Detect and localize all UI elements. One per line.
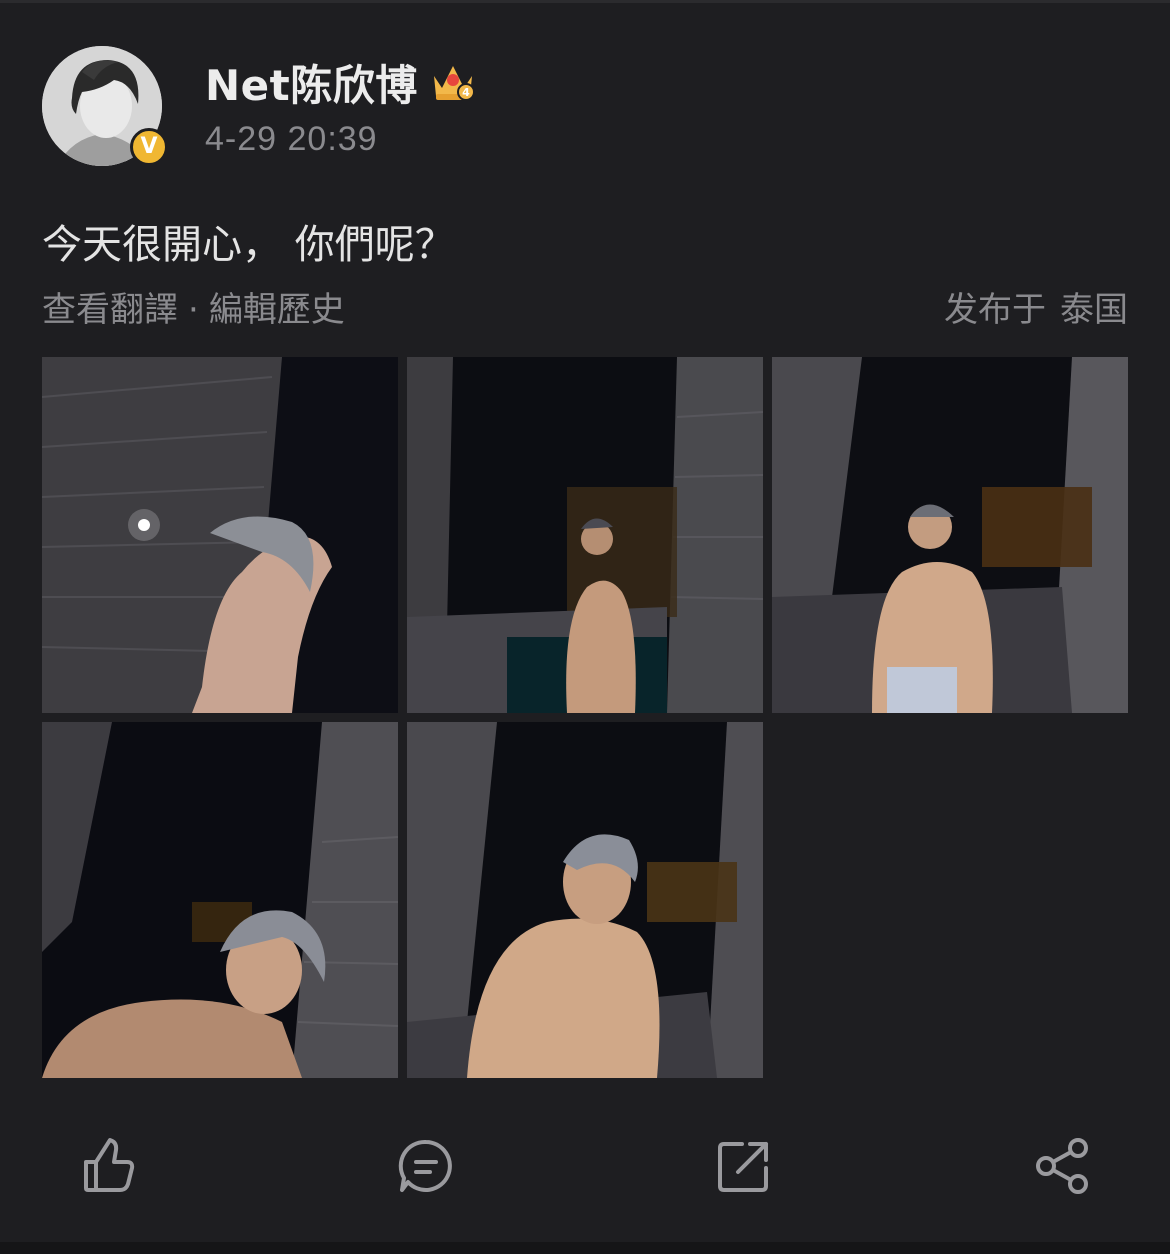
- photo-1[interactable]: [42, 357, 398, 713]
- view-translation-link[interactable]: 查看翻譯: [42, 290, 178, 330]
- bottom-edge: [0, 1242, 1170, 1254]
- top-divider: [0, 0, 1170, 3]
- post-meta-left: 查看翻譯 · 編輯歷史: [42, 282, 345, 331]
- meta-separator: ·: [188, 290, 199, 330]
- photo-3[interactable]: [772, 357, 1128, 713]
- post-text: 今天很開心， 你們呢？: [42, 222, 455, 268]
- photo-4[interactable]: [42, 722, 398, 1078]
- post-timestamp: 4-29 20:39: [205, 120, 378, 158]
- verified-badge: V: [130, 128, 168, 166]
- crown-level-4-icon[interactable]: 4: [430, 58, 476, 102]
- author-name[interactable]: Net陈欣博: [205, 52, 418, 113]
- location-text: 泰国: [1060, 290, 1128, 330]
- photo-5[interactable]: [407, 722, 763, 1078]
- repost-icon[interactable]: [712, 1134, 776, 1198]
- photo-2[interactable]: [407, 357, 763, 713]
- share-icon[interactable]: [1030, 1134, 1094, 1198]
- svg-text:4: 4: [462, 86, 470, 99]
- comment-icon[interactable]: [394, 1134, 458, 1198]
- thumbs-up-icon[interactable]: [76, 1134, 140, 1198]
- post-location: 发布于 泰国: [944, 282, 1128, 331]
- published-label: 发布于: [944, 290, 1046, 330]
- post-meta-row: 查看翻譯 · 編輯歷史 发布于 泰国: [42, 282, 1128, 330]
- edit-history-link[interactable]: 編輯歷史: [209, 290, 345, 330]
